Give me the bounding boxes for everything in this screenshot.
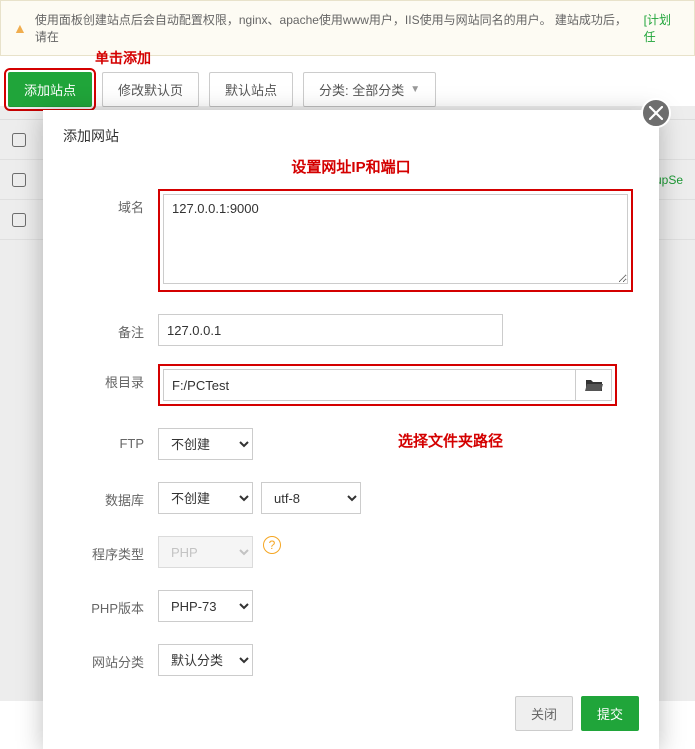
form-row-database: 数据库 不创建 utf-8 [43, 476, 659, 520]
annotation-folder: 选择文件夹路径 [398, 430, 503, 451]
modal-footer: 关闭 提交 [43, 682, 659, 735]
close-button-label: 关闭 [531, 704, 557, 723]
database-select[interactable]: 不创建 [158, 482, 253, 514]
label-phpver: PHP版本 [63, 590, 158, 617]
redbox-domain [158, 189, 633, 292]
rootdir-input[interactable] [163, 369, 576, 401]
warning-icon: ▲ [13, 20, 27, 36]
phpver-select[interactable]: PHP-73 [158, 590, 253, 622]
form-row-rootdir: 根目录 [43, 358, 659, 412]
alert-text: 使用面板创建站点后会自动配置权限，nginx、apache使用www用户，IIS… [35, 11, 636, 45]
modify-default-button[interactable]: 修改默认页 [102, 72, 199, 107]
label-sitecat: 网站分类 [63, 644, 158, 671]
sitecat-select[interactable]: 默认分类 [158, 644, 253, 676]
submit-button-label: 提交 [597, 704, 623, 723]
add-site-button[interactable]: 添加站点 [8, 72, 92, 107]
charset-select[interactable]: utf-8 [261, 482, 361, 514]
progtype-select: PHP [158, 536, 253, 568]
label-ftp: FTP [63, 428, 158, 451]
default-site-button[interactable]: 默认站点 [209, 72, 293, 107]
form-row-progtype: 程序类型 PHP ? [43, 530, 659, 574]
help-icon[interactable]: ? [263, 536, 281, 554]
default-site-label: 默认站点 [225, 80, 277, 99]
alert-link[interactable]: [计划任 [644, 11, 682, 45]
label-note: 备注 [63, 314, 158, 341]
category-dropdown[interactable]: 分类: 全部分类 ▼ [303, 72, 436, 107]
form-row-ftp: FTP 不创建 选择文件夹路径 [43, 422, 659, 466]
ftp-select[interactable]: 不创建 [158, 428, 253, 460]
modal-title: 添加网站 [43, 110, 659, 156]
label-database: 数据库 [63, 482, 158, 509]
domain-textarea[interactable] [163, 194, 628, 284]
folder-icon [585, 378, 603, 392]
add-site-modal: 添加网站 设置网址IP和端口 域名 备注 根目录 FTP 不创建 选择文件夹路径 [43, 110, 659, 749]
close-button[interactable]: 关闭 [515, 696, 573, 731]
submit-button[interactable]: 提交 [581, 696, 639, 731]
label-progtype: 程序类型 [63, 536, 158, 563]
folder-browse-button[interactable] [576, 369, 612, 401]
label-domain: 域名 [63, 189, 158, 216]
form-row-sitecat: 网站分类 默认分类 [43, 638, 659, 682]
form-row-domain: 域名 [43, 183, 659, 298]
note-input[interactable] [158, 314, 503, 346]
label-rootdir: 根目录 [63, 364, 158, 391]
annotation-set-ip: 设置网址IP和端口 [43, 156, 659, 183]
form-row-phpver: PHP版本 PHP-73 [43, 584, 659, 628]
add-site-label: 添加站点 [24, 80, 76, 99]
modify-default-label: 修改默认页 [118, 80, 183, 99]
close-icon[interactable] [641, 98, 671, 128]
form-row-note: 备注 [43, 308, 659, 352]
chevron-down-icon: ▼ [410, 84, 420, 95]
redbox-rootdir [158, 364, 617, 406]
category-label: 分类: 全部分类 [319, 80, 404, 99]
